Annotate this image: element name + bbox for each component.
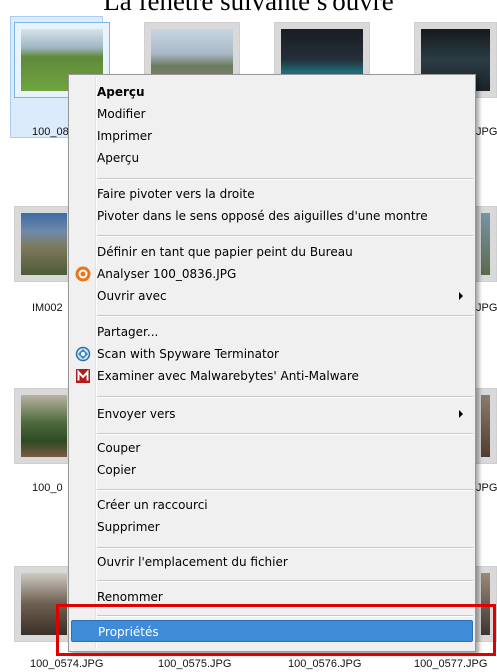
malwarebytes-icon xyxy=(76,369,90,383)
menu-item-label: Examiner avec Malwarebytes' Anti-Malware xyxy=(97,369,359,383)
menu-item-label: Renommer xyxy=(97,590,163,604)
menu-item-label: Scan with Spyware Terminator xyxy=(97,347,279,361)
context-menu: Aperçu Modifier Imprimer Aperçu Faire pi… xyxy=(68,74,476,652)
menu-separator xyxy=(97,489,473,491)
menu-item-label: Modifier xyxy=(97,107,146,121)
menu-item-malwarebytes[interactable]: Examiner avec Malwarebytes' Anti-Malware xyxy=(71,365,473,387)
thumbnail-row3-right[interactable] xyxy=(474,388,497,464)
caption-row2-left: IM002 xyxy=(32,302,63,314)
menu-item-analyser[interactable]: Analyser 100_0836.JPG xyxy=(71,263,473,285)
menu-separator xyxy=(97,315,473,317)
menu-item-modifier[interactable]: Modifier xyxy=(71,103,473,125)
spyware-terminator-icon xyxy=(75,346,91,362)
thumbnail-row2-right[interactable] xyxy=(474,206,497,282)
menu-item-set-wallpaper[interactable]: Définir en tant que papier peint du Bure… xyxy=(71,241,473,263)
menu-item-create-shortcut[interactable]: Créer un raccourci xyxy=(71,494,473,516)
thumbnail-plant[interactable] xyxy=(14,388,74,464)
submenu-arrow-icon xyxy=(459,292,463,300)
page-heading: La fenêtre suivante s'ouvre xyxy=(103,0,394,16)
menu-item-copy[interactable]: Copier xyxy=(71,459,473,481)
menu-item-cut[interactable]: Couper xyxy=(71,437,473,459)
menu-item-spyware-terminator[interactable]: Scan with Spyware Terminator xyxy=(71,343,473,365)
menu-item-label: Envoyer vers xyxy=(97,407,176,421)
menu-item-label: Aperçu xyxy=(97,85,145,99)
caption-0574: 100_0574.JPG xyxy=(30,658,104,670)
menu-item-apercu[interactable]: Aperçu xyxy=(71,147,473,169)
submenu-arrow-icon xyxy=(459,410,463,418)
menu-item-label: Faire pivoter vers la droite xyxy=(97,187,255,201)
menu-item-open-location[interactable]: Ouvrir l'emplacement du fichier xyxy=(71,551,473,573)
thumbnail-stone-building[interactable] xyxy=(14,206,74,282)
menu-item-label: Imprimer xyxy=(97,129,153,143)
menu-item-label: Supprimer xyxy=(97,520,160,534)
menu-item-open-with[interactable]: Ouvrir avec xyxy=(71,285,473,307)
menu-separator xyxy=(97,547,473,549)
menu-item-label: Définir en tant que papier peint du Bure… xyxy=(97,245,353,259)
annotation-highlight-box xyxy=(56,604,496,656)
caption-row1-right: JPG xyxy=(476,126,497,138)
menu-item-share[interactable]: Partager... xyxy=(71,321,473,343)
caption-row2-right: JPG xyxy=(476,302,497,314)
caption-0575: 100_0575.JPG xyxy=(158,658,232,670)
menu-item-send-to[interactable]: Envoyer vers xyxy=(71,403,473,425)
caption-row1-left: 100_08 xyxy=(32,126,69,138)
menu-item-delete[interactable]: Supprimer xyxy=(71,516,473,538)
menu-item-label: Couper xyxy=(97,441,141,455)
caption-row3-right: JPG xyxy=(476,482,497,494)
menu-item-label: Aperçu xyxy=(97,151,140,165)
menu-item-rotate-right[interactable]: Faire pivoter vers la droite xyxy=(71,183,473,205)
menu-item-imprimer[interactable]: Imprimer xyxy=(71,125,473,147)
menu-item-label: Partager... xyxy=(97,325,159,339)
menu-item-label: Pivoter dans le sens opposé des aiguille… xyxy=(97,209,428,223)
menu-item-label: Ouvrir l'emplacement du fichier xyxy=(97,555,288,569)
caption-row3-left: 100_0 xyxy=(32,482,63,494)
menu-separator xyxy=(97,235,473,237)
menu-separator xyxy=(97,433,473,435)
menu-separator xyxy=(97,396,473,398)
caption-0577: 100_0577.JPG xyxy=(414,658,488,670)
menu-item-label: Ouvrir avec xyxy=(97,289,167,303)
menu-separator xyxy=(97,580,473,582)
menu-item-label: Analyser 100_0836.JPG xyxy=(97,267,237,281)
avast-icon xyxy=(75,266,91,282)
caption-0576: 100_0576.JPG xyxy=(288,658,362,670)
menu-separator xyxy=(97,178,473,180)
menu-item-label: Copier xyxy=(97,463,136,477)
menu-item-rotate-left[interactable]: Pivoter dans le sens opposé des aiguille… xyxy=(71,205,473,227)
menu-item-apercu-default[interactable]: Aperçu xyxy=(71,81,473,103)
menu-item-label: Créer un raccourci xyxy=(97,498,208,512)
